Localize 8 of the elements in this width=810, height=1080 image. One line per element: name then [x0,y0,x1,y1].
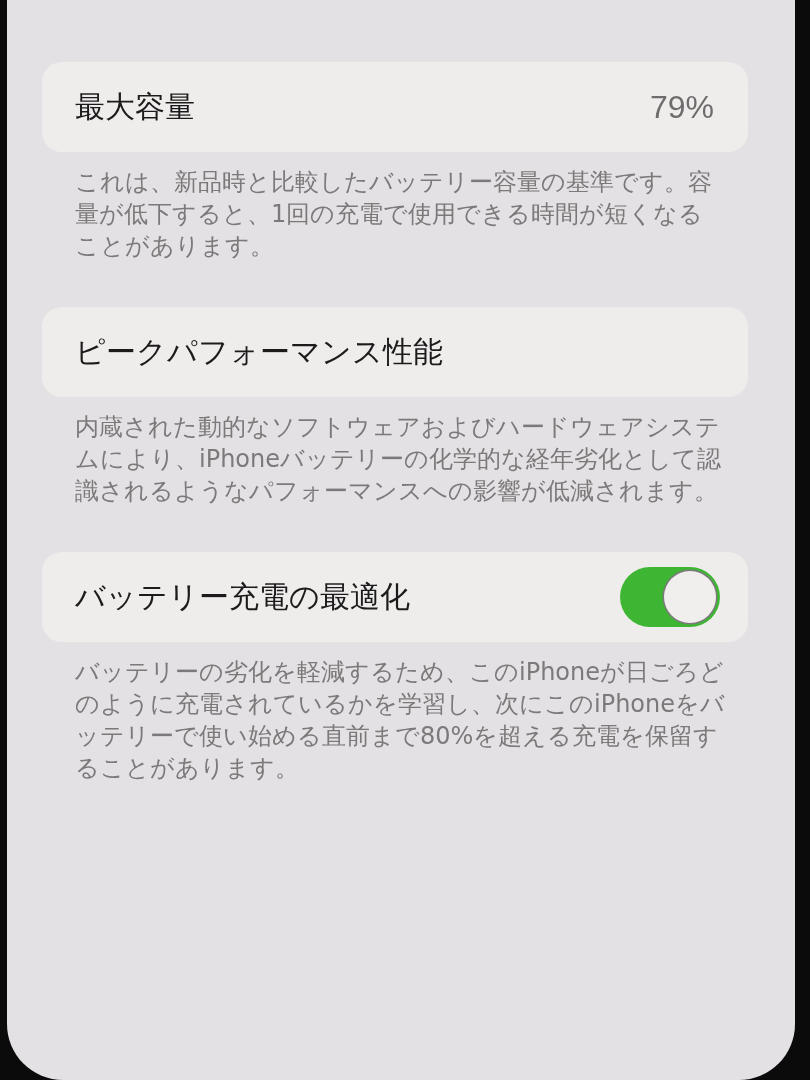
setting-title: バッテリー充電の最適化 [75,578,410,615]
capacity-value: 79% [649,88,715,126]
setting-description: 内蔵された動的なソフトウェアおよびハードウェアシステムにより、iPhoneバッテリーの化学的な経年劣化として認識されるようなパフォーマンスへの影響が低減されます。 [75,412,722,507]
setting-description: これは、新品時と比較したバッテリー容量の基準です。容量が低下すると、1回の充電で使用できる時間が短くなることがあります。 [75,167,713,262]
setting-title: ピークパフォーマンス性能 [75,333,443,370]
setting-description: バッテリーの劣化を軽減するため、このiPhoneが日ごろどのように充電されているかを学習し、次にこのiPhoneをバッテリーで使い始める直前まで80%を超える充電を保留することがあります。 [75,657,725,784]
setting-title: 最大容量 [75,88,195,125]
toggle-switch[interactable] [620,567,720,627]
